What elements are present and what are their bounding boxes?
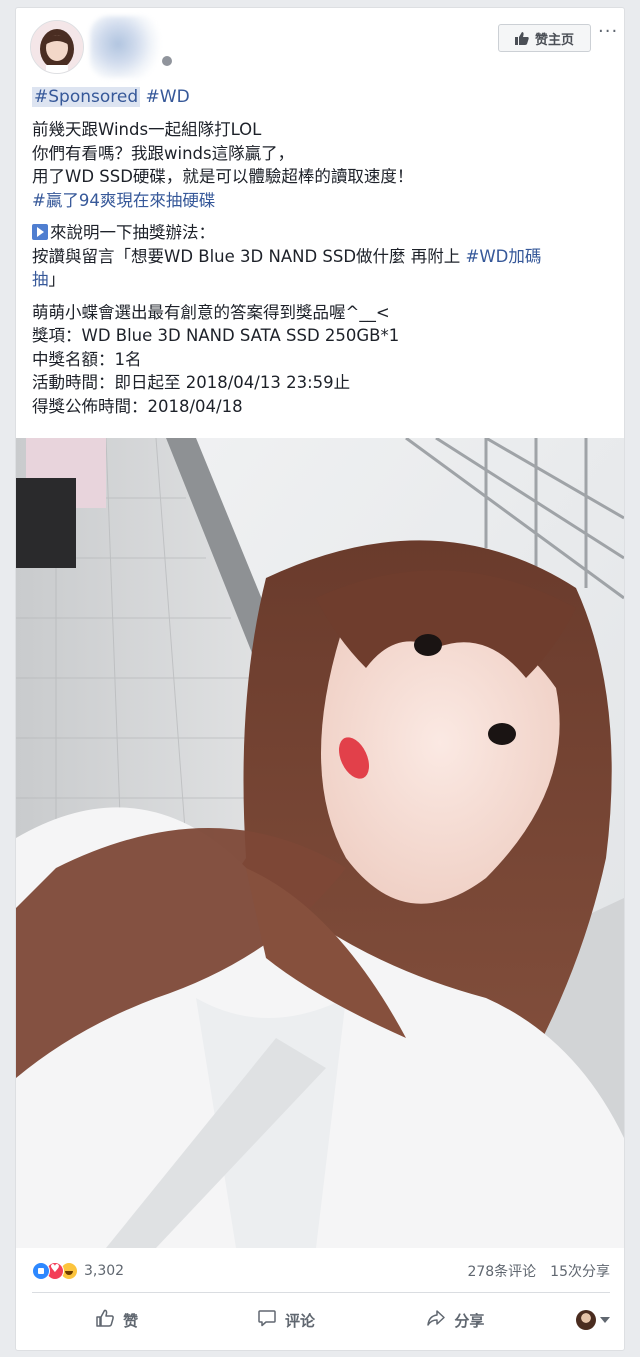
share-button[interactable]: 分享 [371, 1308, 540, 1332]
thumbs-up-icon [95, 1308, 115, 1332]
hashtag-win[interactable]: #贏了94爽現在來抽硬碟 [32, 189, 612, 213]
post-line-5: 來說明一下抽獎辦法： [32, 221, 612, 245]
post-body: 前幾天跟Winds一起組隊打LOL 你們有看嗎？我跟winds這隊贏了， 用了W… [32, 118, 612, 418]
comment-button[interactable]: 评论 [201, 1308, 370, 1332]
like-button[interactable]: 赞 [32, 1308, 201, 1332]
comment-label: 评论 [284, 1311, 315, 1330]
tag-sponsored[interactable]: #Sponsored [32, 87, 141, 107]
sponsored-globe-icon [162, 56, 172, 66]
post-stats: 3,302 278条评论 15次分享 [32, 1258, 610, 1284]
engagement-counts: 278条评论 15次分享 [467, 1261, 610, 1281]
reaction-count: 3,302 [84, 1263, 125, 1279]
post-header: 赞主页 ··· [16, 8, 624, 84]
prize-line: 獎項：WD Blue 3D NAND SATA SSD 250GB*1 [32, 326, 400, 345]
winners-line: 中獎名額：1名 [32, 349, 142, 369]
post-line-6: 按讚與留言「想要WD Blue 3D NAND SSD做什麼 再附上 #WD加碼 [32, 246, 542, 266]
like-reaction-icon [32, 1262, 50, 1280]
share-icon [426, 1308, 446, 1332]
comment-count[interactable]: 278条评论 [467, 1261, 536, 1281]
more-options-icon[interactable]: ··· [598, 23, 620, 42]
like-page-button[interactable]: 赞主页 [498, 24, 591, 52]
play-icon [32, 224, 48, 240]
reactions-summary[interactable]: 3,302 [32, 1261, 124, 1281]
post-line-1: 前幾天跟Winds一起組隊打LOL [32, 120, 262, 139]
post-line-7: 抽」 [32, 270, 65, 289]
share-label: 分享 [454, 1311, 485, 1330]
hashtag-wd-extra[interactable]: #WD加碼 [466, 247, 542, 266]
announce-time-line: 得獎公佈時間：2018/04/18 [32, 396, 243, 416]
like-label: 赞 [123, 1311, 139, 1330]
thumbs-up-icon [514, 31, 529, 45]
divider [32, 1292, 610, 1293]
post-tags: #Sponsored #WD [32, 86, 190, 108]
hashtag-wd-extra-cont[interactable]: 抽 [32, 270, 49, 289]
page-name-blurred [90, 16, 160, 78]
page-avatar[interactable] [30, 20, 84, 74]
post-line-3: 用了WD SSD硬碟，就是可以體驗超棒的讀取速度！ [32, 167, 414, 186]
chevron-down-icon [599, 1317, 610, 1323]
post-card: 赞主页 ··· #Sponsored #WD 前幾天跟Winds一起組隊打LOL… [15, 7, 625, 1351]
tag-wd[interactable]: #WD [146, 87, 190, 107]
action-bar: 赞 评论 分享 [32, 1300, 610, 1340]
viewer-avatar [575, 1310, 596, 1330]
post-as-selector[interactable] [540, 1310, 610, 1330]
post-line-2: 你們有看嗎？我跟winds這隊贏了， [32, 143, 295, 163]
post-line-8: 萌萌小蝶會選出最有創意的答案得到獎品喔^__< [32, 302, 390, 322]
share-count[interactable]: 15次分享 [550, 1261, 610, 1281]
event-time-line: 活動時間：即日起至 2018/04/13 23:59止 [32, 373, 351, 392]
comment-icon [257, 1308, 277, 1332]
post-photo[interactable] [16, 438, 624, 1248]
like-page-label: 赞主页 [534, 32, 574, 48]
